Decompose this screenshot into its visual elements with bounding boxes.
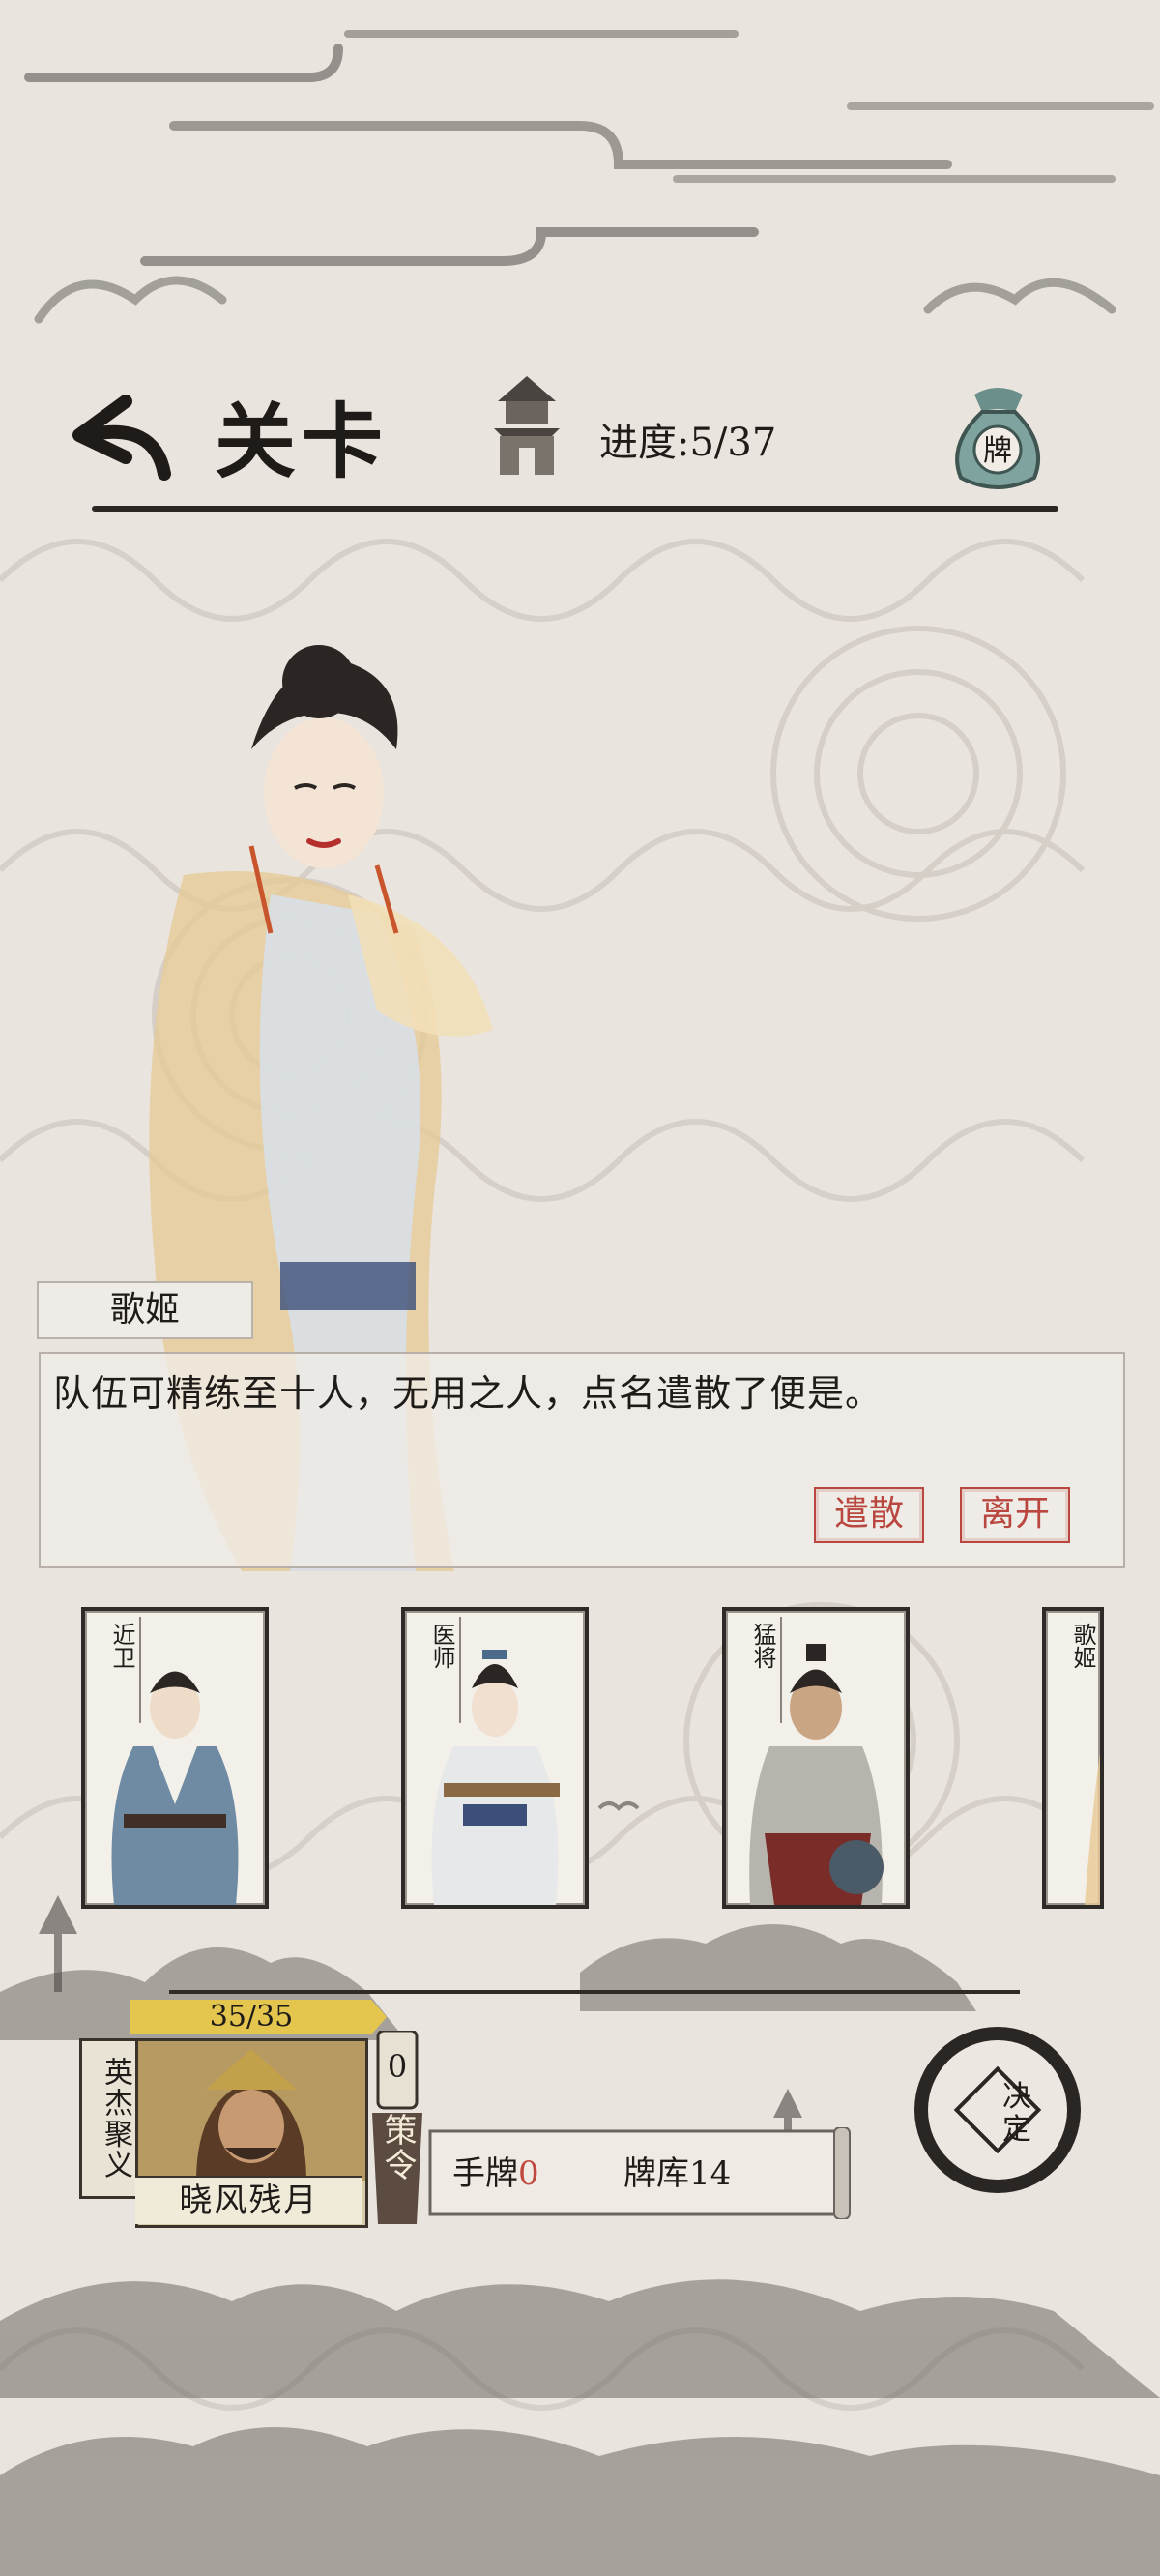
card-guard[interactable]: 近卫 — [81, 1607, 269, 1909]
hp-text: 35/35 — [209, 2000, 294, 2034]
deck-label-text: 牌库 — [624, 2154, 689, 2193]
card-role-label: 猛将 — [749, 1623, 776, 1669]
card-songstress[interactable]: 歌姬 — [1042, 1607, 1104, 1909]
watchtower-icon — [488, 372, 566, 479]
hero-faction-banner: 英杰聚义 — [79, 2038, 143, 2199]
page-title: 关卡 — [215, 394, 390, 489]
pouch-label: 牌 — [983, 434, 1012, 468]
back-arrow-icon[interactable] — [68, 382, 184, 488]
deck-count-label: 牌库14 — [624, 2147, 731, 2194]
deck-count-value: 14 — [689, 2154, 732, 2193]
dialog-text: 队伍可精练至十人，无用之人，点名遣散了便是。 — [53, 1372, 884, 1415]
hand-count-value: 0 — [518, 2154, 539, 2193]
decide-char-2: 定 — [1002, 2113, 1031, 2147]
progress-label: 进度:5/37 — [599, 421, 777, 465]
hud-divider — [169, 1990, 1020, 1994]
header-divider — [92, 506, 1058, 512]
leave-button[interactable]: 离开 — [960, 1487, 1070, 1543]
card-divider — [139, 1617, 141, 1723]
hand-count-label: 手牌0 — [452, 2147, 539, 2194]
card-physician[interactable]: 医师 — [401, 1607, 589, 1909]
card-pouch-button[interactable]: 牌 — [938, 377, 1058, 498]
hero-portrait-art — [138, 2041, 365, 2181]
card-divider — [780, 1617, 782, 1723]
tactic-label: 策令 — [378, 2113, 417, 2182]
tactic-count: 0 — [387, 2048, 408, 2085]
card-role-label: 歌姬 — [1069, 1623, 1096, 1669]
decide-button[interactable]: 决 定 — [909, 2021, 1088, 2200]
decide-char-1: 决 — [1002, 2080, 1031, 2114]
hand-label-text: 手牌 — [452, 2154, 518, 2193]
dismiss-button[interactable]: 遣散 — [814, 1487, 924, 1543]
speaker-name-tag: 歌姬 — [37, 1281, 253, 1339]
card-role-label: 近卫 — [108, 1623, 135, 1669]
hero-name: 晓风残月 — [135, 2176, 362, 2224]
card-divider — [459, 1617, 461, 1723]
card-role-label: 医师 — [428, 1623, 455, 1669]
card-warrior[interactable]: 猛将 — [722, 1607, 910, 1909]
